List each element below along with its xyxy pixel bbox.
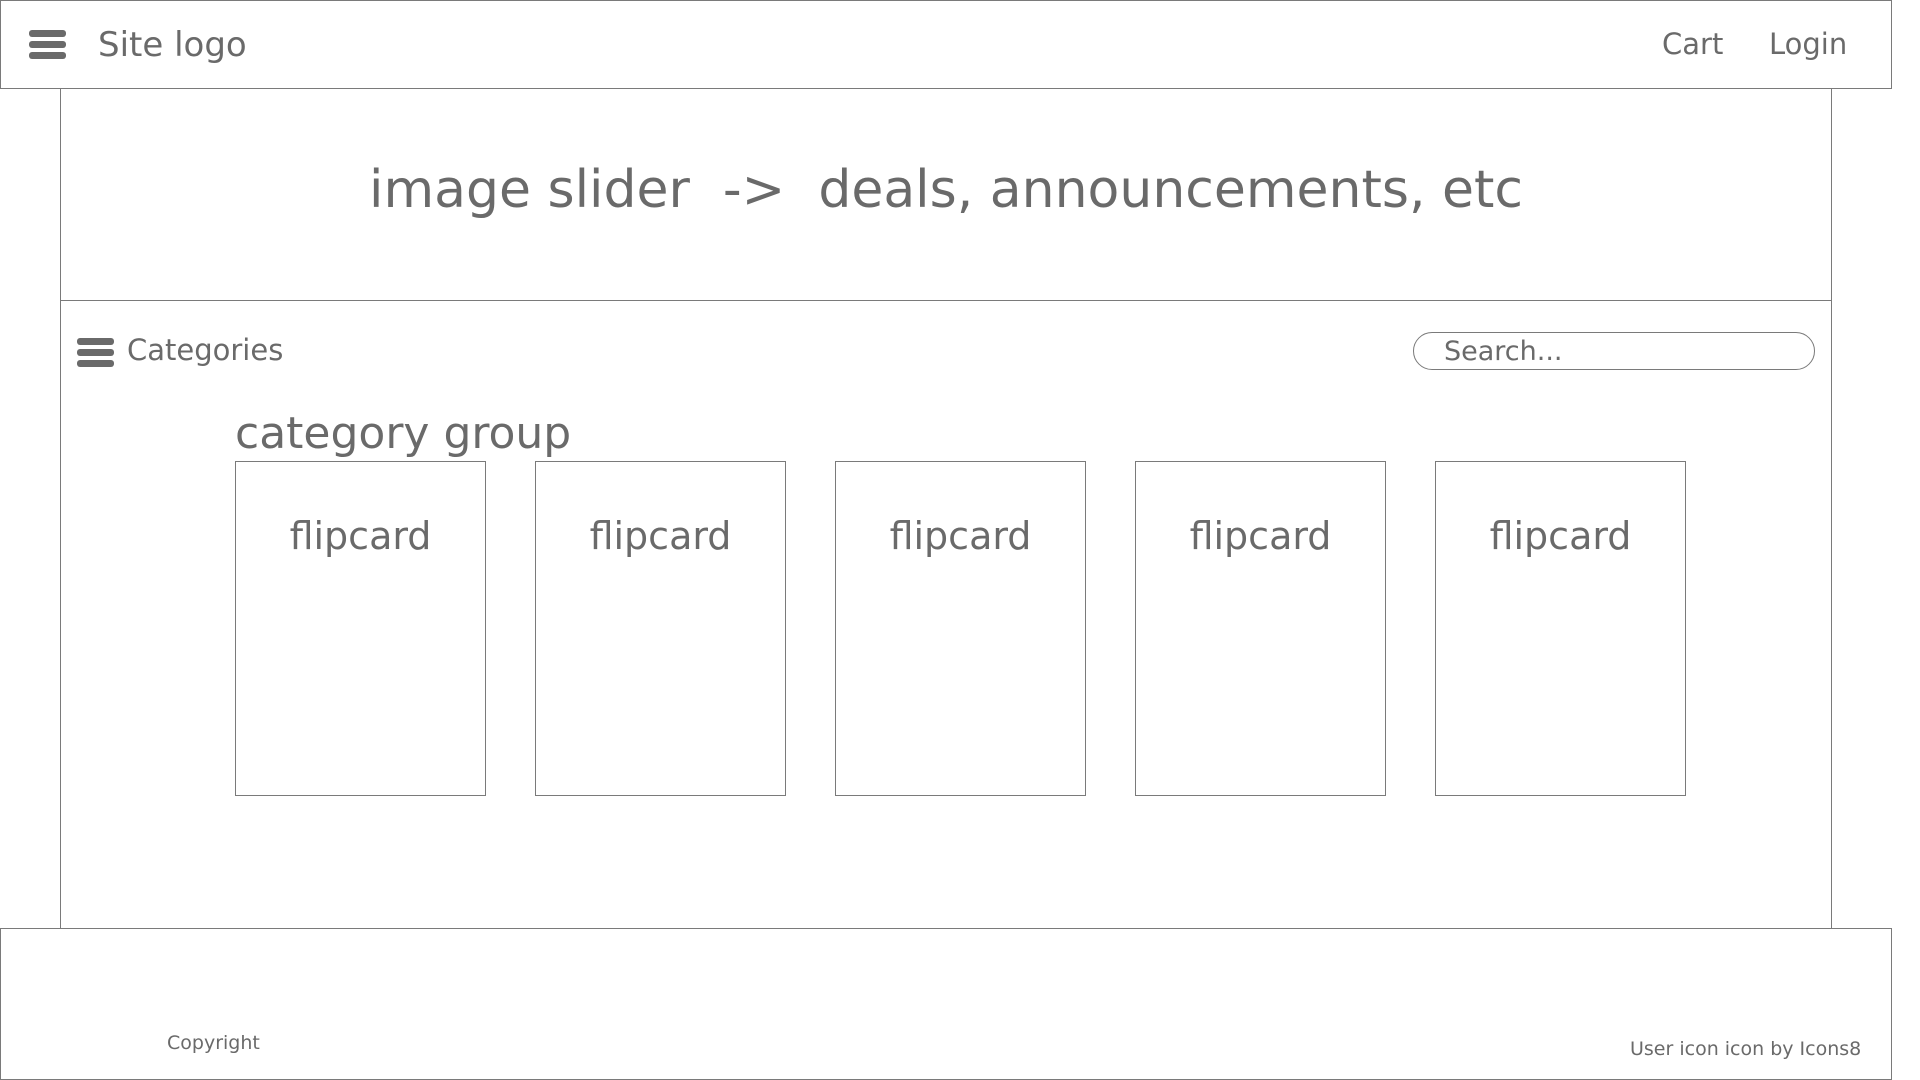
flipcard-4[interactable]: flipcard bbox=[1135, 461, 1386, 796]
footer bbox=[0, 928, 1892, 1080]
category-group-title: category group bbox=[235, 408, 572, 459]
flipcard-5[interactable]: flipcard bbox=[1435, 461, 1686, 796]
categories-label[interactable]: Categories bbox=[127, 336, 283, 365]
flipcard-1[interactable]: flipcard bbox=[235, 461, 486, 796]
login-link[interactable]: Login bbox=[1769, 30, 1847, 59]
flipcard-2[interactable]: flipcard bbox=[535, 461, 786, 796]
categories-menu-icon[interactable] bbox=[77, 338, 114, 371]
search-input[interactable] bbox=[1413, 332, 1815, 370]
header-bar bbox=[0, 0, 1892, 89]
icon-credit-link[interactable]: User icon icon by Icons8 bbox=[1630, 1040, 1861, 1059]
flipcard-3[interactable]: flipcard bbox=[835, 461, 1086, 796]
hamburger-menu-icon[interactable] bbox=[29, 30, 66, 63]
copyright-text: Copyright bbox=[167, 1032, 260, 1054]
cart-link[interactable]: Cart bbox=[1662, 30, 1723, 59]
slider-text: image slider -> deals, announcements, et… bbox=[369, 160, 1523, 220]
site-logo[interactable]: Site logo bbox=[98, 28, 247, 62]
